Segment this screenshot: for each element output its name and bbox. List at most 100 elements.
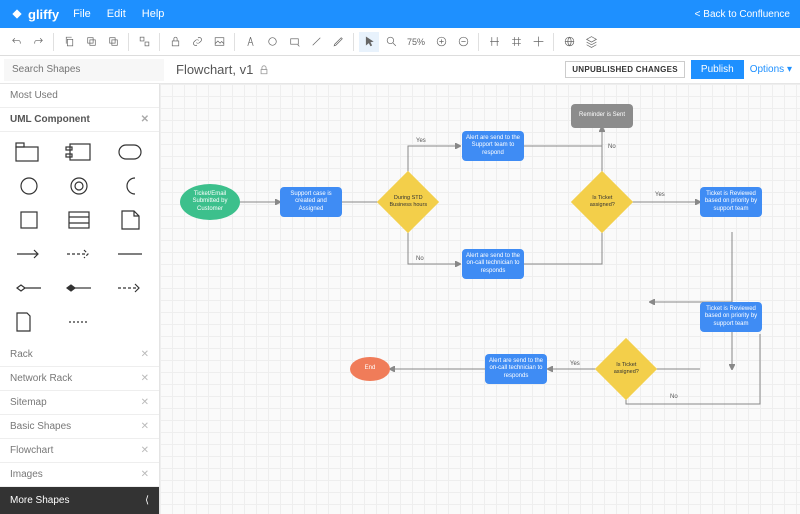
- back-to-confluence-link[interactable]: < Back to Confluence: [695, 9, 790, 20]
- line-tool-icon[interactable]: [306, 32, 326, 52]
- app-logo: gliffy: [10, 7, 59, 22]
- close-icon[interactable]: ✕: [141, 397, 149, 408]
- image-icon[interactable]: [209, 32, 229, 52]
- menu-file[interactable]: File: [73, 8, 91, 20]
- menu-help[interactable]: Help: [142, 8, 165, 20]
- toolbar: 75%: [0, 28, 800, 56]
- grid-icon[interactable]: [506, 32, 526, 52]
- close-icon[interactable]: ✕: [141, 373, 149, 384]
- close-icon[interactable]: ✕: [141, 445, 149, 456]
- shape-diamond-arrow[interactable]: [10, 276, 48, 300]
- text-icon[interactable]: [240, 32, 260, 52]
- publish-button[interactable]: Publish: [691, 60, 744, 79]
- shape-folded[interactable]: [10, 310, 48, 334]
- snap-icon[interactable]: [484, 32, 504, 52]
- shape-dashline[interactable]: [60, 310, 98, 334]
- more-shapes-button[interactable]: More Shapes ⟨: [0, 487, 159, 514]
- sidebar-label: Flowchart: [10, 445, 53, 456]
- sidebar-label: Basic Shapes: [10, 421, 71, 432]
- app-name: gliffy: [28, 7, 59, 22]
- node-alert-oncall2[interactable]: Alert are send to the on-call technician…: [485, 354, 547, 384]
- zoom-level[interactable]: 75%: [403, 37, 429, 47]
- sidebar-label: Rack: [10, 349, 33, 360]
- search-shapes-input[interactable]: [4, 59, 164, 81]
- label-no: No: [416, 256, 424, 262]
- zoom-in-icon[interactable]: [431, 32, 451, 52]
- node-review2[interactable]: Ticket is Reviewed based on priority by …: [700, 302, 762, 332]
- sidebar-cat-basic[interactable]: Basic Shapes ✕: [0, 415, 159, 439]
- node-alert-support[interactable]: Alert are send to the Support team to re…: [462, 131, 524, 161]
- sidebar-cat-flowchart[interactable]: Flowchart ✕: [0, 439, 159, 463]
- shape-arrow-dash2[interactable]: [111, 276, 149, 300]
- pencil-icon[interactable]: [328, 32, 348, 52]
- label-no: No: [670, 394, 678, 400]
- shape-note[interactable]: [111, 208, 149, 232]
- shape-diamond-filled[interactable]: [60, 276, 98, 300]
- more-shapes-label: More Shapes: [10, 495, 69, 506]
- shape-circle[interactable]: [10, 174, 48, 198]
- sidebar: Most Used UML Component ✕: [0, 84, 160, 514]
- copy-icon[interactable]: [59, 32, 79, 52]
- label-no: No: [608, 144, 616, 150]
- shape-folder[interactable]: [10, 140, 48, 164]
- lock-icon[interactable]: [165, 32, 185, 52]
- sidebar-cat-rack[interactable]: Rack ✕: [0, 343, 159, 367]
- label-yes: Yes: [655, 192, 665, 198]
- lock-status-icon: [259, 65, 269, 75]
- shape-palette: [0, 132, 159, 342]
- canvas[interactable]: Ticket/Email Submitted by Customer Suppo…: [160, 84, 800, 514]
- node-support-case[interactable]: Support case is created and Assigned: [280, 187, 342, 217]
- globe-icon[interactable]: [559, 32, 579, 52]
- node-reminder[interactable]: Reminder is Sent: [571, 104, 633, 128]
- back-icon[interactable]: [103, 32, 123, 52]
- shape-halfcircle[interactable]: [111, 174, 149, 198]
- node-start[interactable]: Ticket/Email Submitted by Customer: [180, 184, 240, 220]
- shape-arrow-solid[interactable]: [10, 242, 48, 266]
- arrow-icon: ⟨: [145, 495, 149, 506]
- document-title: Flowchart, v1: [176, 62, 269, 77]
- redo-icon[interactable]: [28, 32, 48, 52]
- close-icon[interactable]: ✕: [141, 421, 149, 432]
- sidebar-label: Network Rack: [10, 373, 72, 384]
- rect-tool-icon[interactable]: [284, 32, 304, 52]
- shape-arrow-dashed[interactable]: [60, 242, 98, 266]
- layers-icon[interactable]: [581, 32, 601, 52]
- node-alert-oncall[interactable]: Alert are send to the on-call technician…: [462, 249, 524, 279]
- menu-bar: gliffy File Edit Help < Back to Confluen…: [0, 0, 800, 28]
- doc-title-text: Flowchart, v1: [176, 62, 253, 77]
- sidebar-cat-images[interactable]: Images✕: [0, 463, 159, 487]
- link-icon[interactable]: [187, 32, 207, 52]
- shape-component[interactable]: [60, 140, 98, 164]
- close-icon[interactable]: ✕: [141, 469, 149, 480]
- sidebar-cat-network[interactable]: Network Rack ✕: [0, 367, 159, 391]
- circle-tool-icon[interactable]: [262, 32, 282, 52]
- close-icon[interactable]: ✕: [141, 349, 149, 360]
- crosshair-icon[interactable]: [528, 32, 548, 52]
- sidebar-cat-most-used[interactable]: Most Used: [0, 84, 159, 108]
- main-area: Most Used UML Component ✕: [0, 84, 800, 514]
- group-icon[interactable]: [134, 32, 154, 52]
- node-review1[interactable]: Ticket is Reviewed based on priority by …: [700, 187, 762, 217]
- options-menu[interactable]: Options ▾: [750, 64, 792, 75]
- menu-edit[interactable]: Edit: [107, 8, 126, 20]
- zoom-out-icon[interactable]: [453, 32, 473, 52]
- close-icon[interactable]: ✕: [141, 114, 149, 125]
- sidebar-cat-uml[interactable]: UML Component ✕: [0, 108, 159, 132]
- label-yes: Yes: [570, 361, 580, 367]
- shape-line[interactable]: [111, 242, 149, 266]
- front-icon[interactable]: [81, 32, 101, 52]
- undo-icon[interactable]: [6, 32, 26, 52]
- shape-square[interactable]: [10, 208, 48, 232]
- node-end[interactable]: End: [350, 357, 390, 381]
- sidebar-cat-sitemap[interactable]: Sitemap ✕: [0, 391, 159, 415]
- shape-table[interactable]: [60, 208, 98, 232]
- zoom-icon[interactable]: [381, 32, 401, 52]
- options-label: Options: [750, 64, 784, 75]
- sidebar-label: Sitemap: [10, 397, 47, 408]
- shape-interface[interactable]: [111, 140, 149, 164]
- sidebar-label: UML Component: [10, 114, 90, 125]
- pointer-icon[interactable]: [359, 32, 379, 52]
- sidebar-label: Most Used: [10, 90, 58, 101]
- unpublished-badge: UNPUBLISHED CHANGES: [565, 61, 685, 78]
- shape-ring[interactable]: [60, 174, 98, 198]
